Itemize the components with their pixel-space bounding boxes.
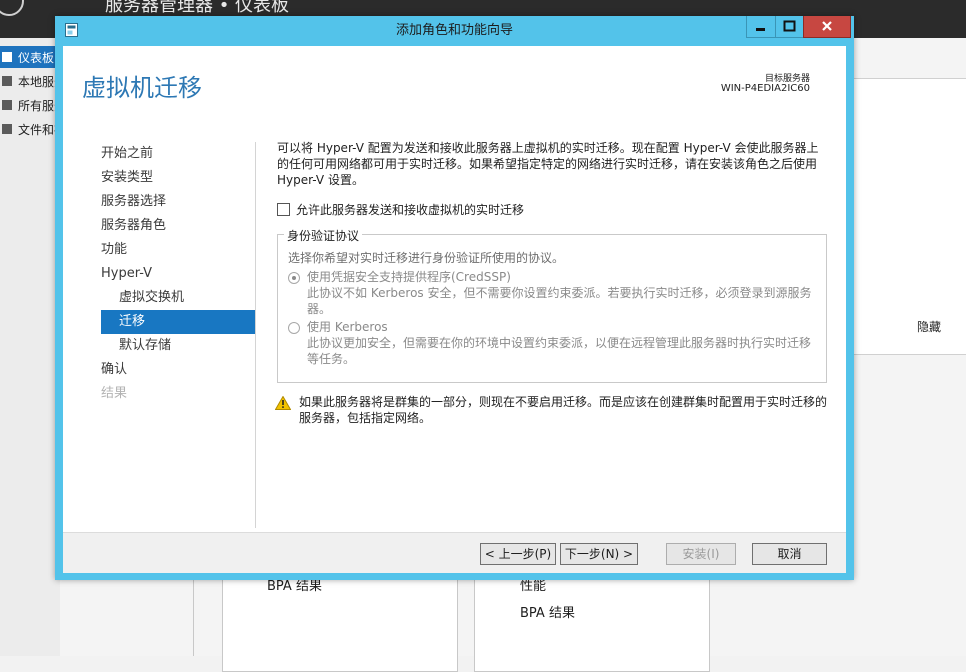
warning-icon (275, 396, 291, 410)
nav-item-confirmation[interactable]: 确认 (63, 358, 255, 382)
add-roles-wizard-dialog: 添加角色和功能向导 虚拟机迁移 目标服务器 WIN-P4EDIA2IC60 开始… (55, 16, 854, 580)
page-title: 虚拟机迁移 (82, 74, 202, 102)
dialog-footer: < 上一步(P) 下一步(N) > 安装(I) 取消 (63, 532, 846, 573)
server-manager-logo-icon (0, 0, 24, 16)
hide-link[interactable]: 隐藏 (917, 318, 941, 335)
kerberos-radio[interactable] (288, 322, 300, 334)
content-area: 可以将 Hyper-V 配置为发送和接收此服务器上虚拟机的实时迁移。现在配置 H… (277, 140, 827, 188)
divider (193, 580, 194, 656)
sidebar-item-dashboard[interactable]: 仪表板 (0, 46, 60, 68)
maximize-icon (783, 20, 796, 32)
minimize-button[interactable] (746, 16, 776, 38)
checkbox-label: 允许此服务器发送和接收虚拟机的实时迁移 (296, 203, 525, 217)
nav-item-results: 结果 (101, 386, 128, 401)
sidebar-item-label: 仪表板 (18, 50, 55, 65)
nav-item-virtual-switches[interactable]: 虚拟交换机 (63, 286, 255, 310)
nav-item-features[interactable]: 功能 (63, 238, 255, 262)
allow-live-migration-checkbox[interactable] (277, 203, 290, 216)
migration-description: 可以将 Hyper-V 配置为发送和接收此服务器上虚拟机的实时迁移。现在配置 H… (277, 141, 819, 187)
close-button[interactable] (803, 16, 851, 38)
cancel-button[interactable]: 取消 (752, 543, 827, 565)
cluster-warning: 如果此服务器将是群集的一部分，则现在不要启用迁移。而是应该在创建群集时配置用于实… (275, 394, 835, 426)
server-manager-sidebar: 仪表板 本地服务器 所有服务器 文件和存储服务 (0, 38, 60, 656)
server-tile: 性能 BPA 结果 (474, 570, 710, 672)
nav-item-server-roles[interactable]: 服务器角色 (63, 214, 255, 238)
sidebar-item-file-storage[interactable]: 文件和存储服务 (0, 118, 60, 140)
nav-item-hyper-v[interactable]: Hyper-V (63, 262, 255, 286)
dialog-body: 虚拟机迁移 目标服务器 WIN-P4EDIA2IC60 开始之前 安装类型 服务… (63, 46, 846, 573)
nav-item-migration[interactable]: 迁移 (101, 310, 255, 334)
close-icon (822, 21, 832, 31)
server-tile: BPA 结果 (222, 570, 458, 672)
nav-item-default-stores[interactable]: 默认存储 (63, 334, 255, 358)
sidebar-item-label: 所有服务器 (18, 98, 60, 113)
install-button: 安装(I) (666, 543, 736, 565)
minimize-icon (756, 28, 765, 31)
kerberos-description: 此协议更加安全，但需要在你的环境中设置约束委派，以便在远程管理此服务器时执行实时… (307, 336, 812, 366)
server-manager-title: 服务器管理器 • 仪表板 (105, 0, 290, 16)
auth-protocol-group: 身份验证协议 选择你希望对实时迁移进行身份验证所使用的协议。 使用凭据安全支持提… (277, 227, 827, 383)
sidebar-item-label: 文件和存储服务 (18, 122, 60, 137)
maximize-button[interactable] (775, 16, 804, 38)
warning-text: 如果此服务器将是群集的一部分，则现在不要启用迁移。而是应该在创建群集时配置用于实… (299, 395, 828, 425)
sidebar-item-local-server[interactable]: 本地服务器 (0, 70, 60, 92)
target-server-value: WIN-P4EDIA2IC60 (720, 83, 810, 94)
welcome-panel (852, 78, 966, 355)
credssp-label: 使用凭据安全支持提供程序(CredSSP) (307, 270, 511, 284)
allow-live-migration-option[interactable]: 允许此服务器发送和接收虚拟机的实时迁移 (277, 201, 524, 218)
next-button[interactable]: 下一步(N) > (560, 543, 638, 565)
credssp-radio[interactable] (288, 272, 300, 284)
sidebar-item-all-servers[interactable]: 所有服务器 (0, 94, 60, 116)
nav-divider (255, 142, 256, 528)
dialog-title: 添加角色和功能向导 (395, 23, 513, 38)
group-intro: 选择你希望对实时迁移进行身份验证所使用的协议。 (288, 251, 565, 265)
previous-button[interactable]: < 上一步(P) (480, 543, 556, 565)
nav-item-before-you-begin[interactable]: 开始之前 (63, 142, 255, 166)
nav-item-server-selection[interactable]: 服务器选择 (63, 190, 255, 214)
wizard-nav: 开始之前 安装类型 服务器选择 服务器角色 功能 Hyper-V 虚拟交换机 迁… (63, 142, 255, 406)
server-icon (2, 76, 12, 86)
servers-icon (2, 100, 12, 110)
dashboard-icon (2, 52, 12, 62)
bpa-results-link[interactable]: BPA 结果 (520, 602, 575, 621)
nav-item-installation-type[interactable]: 安装类型 (63, 166, 255, 190)
group-legend: 身份验证协议 (284, 227, 363, 244)
kerberos-label: 使用 Kerberos (307, 320, 388, 334)
kerberos-option[interactable]: 使用 Kerberos 此协议更加安全，但需要在你的环境中设置约束委派，以便在远… (288, 319, 817, 367)
storage-icon (2, 124, 12, 134)
sidebar-item-label: 本地服务器 (18, 74, 60, 89)
credssp-description: 此协议不如 Kerberos 安全，但不需要你设置约束委派。若要执行实时迁移，必… (307, 286, 812, 316)
credssp-option[interactable]: 使用凭据安全支持提供程序(CredSSP) 此协议不如 Kerberos 安全，… (288, 269, 817, 317)
